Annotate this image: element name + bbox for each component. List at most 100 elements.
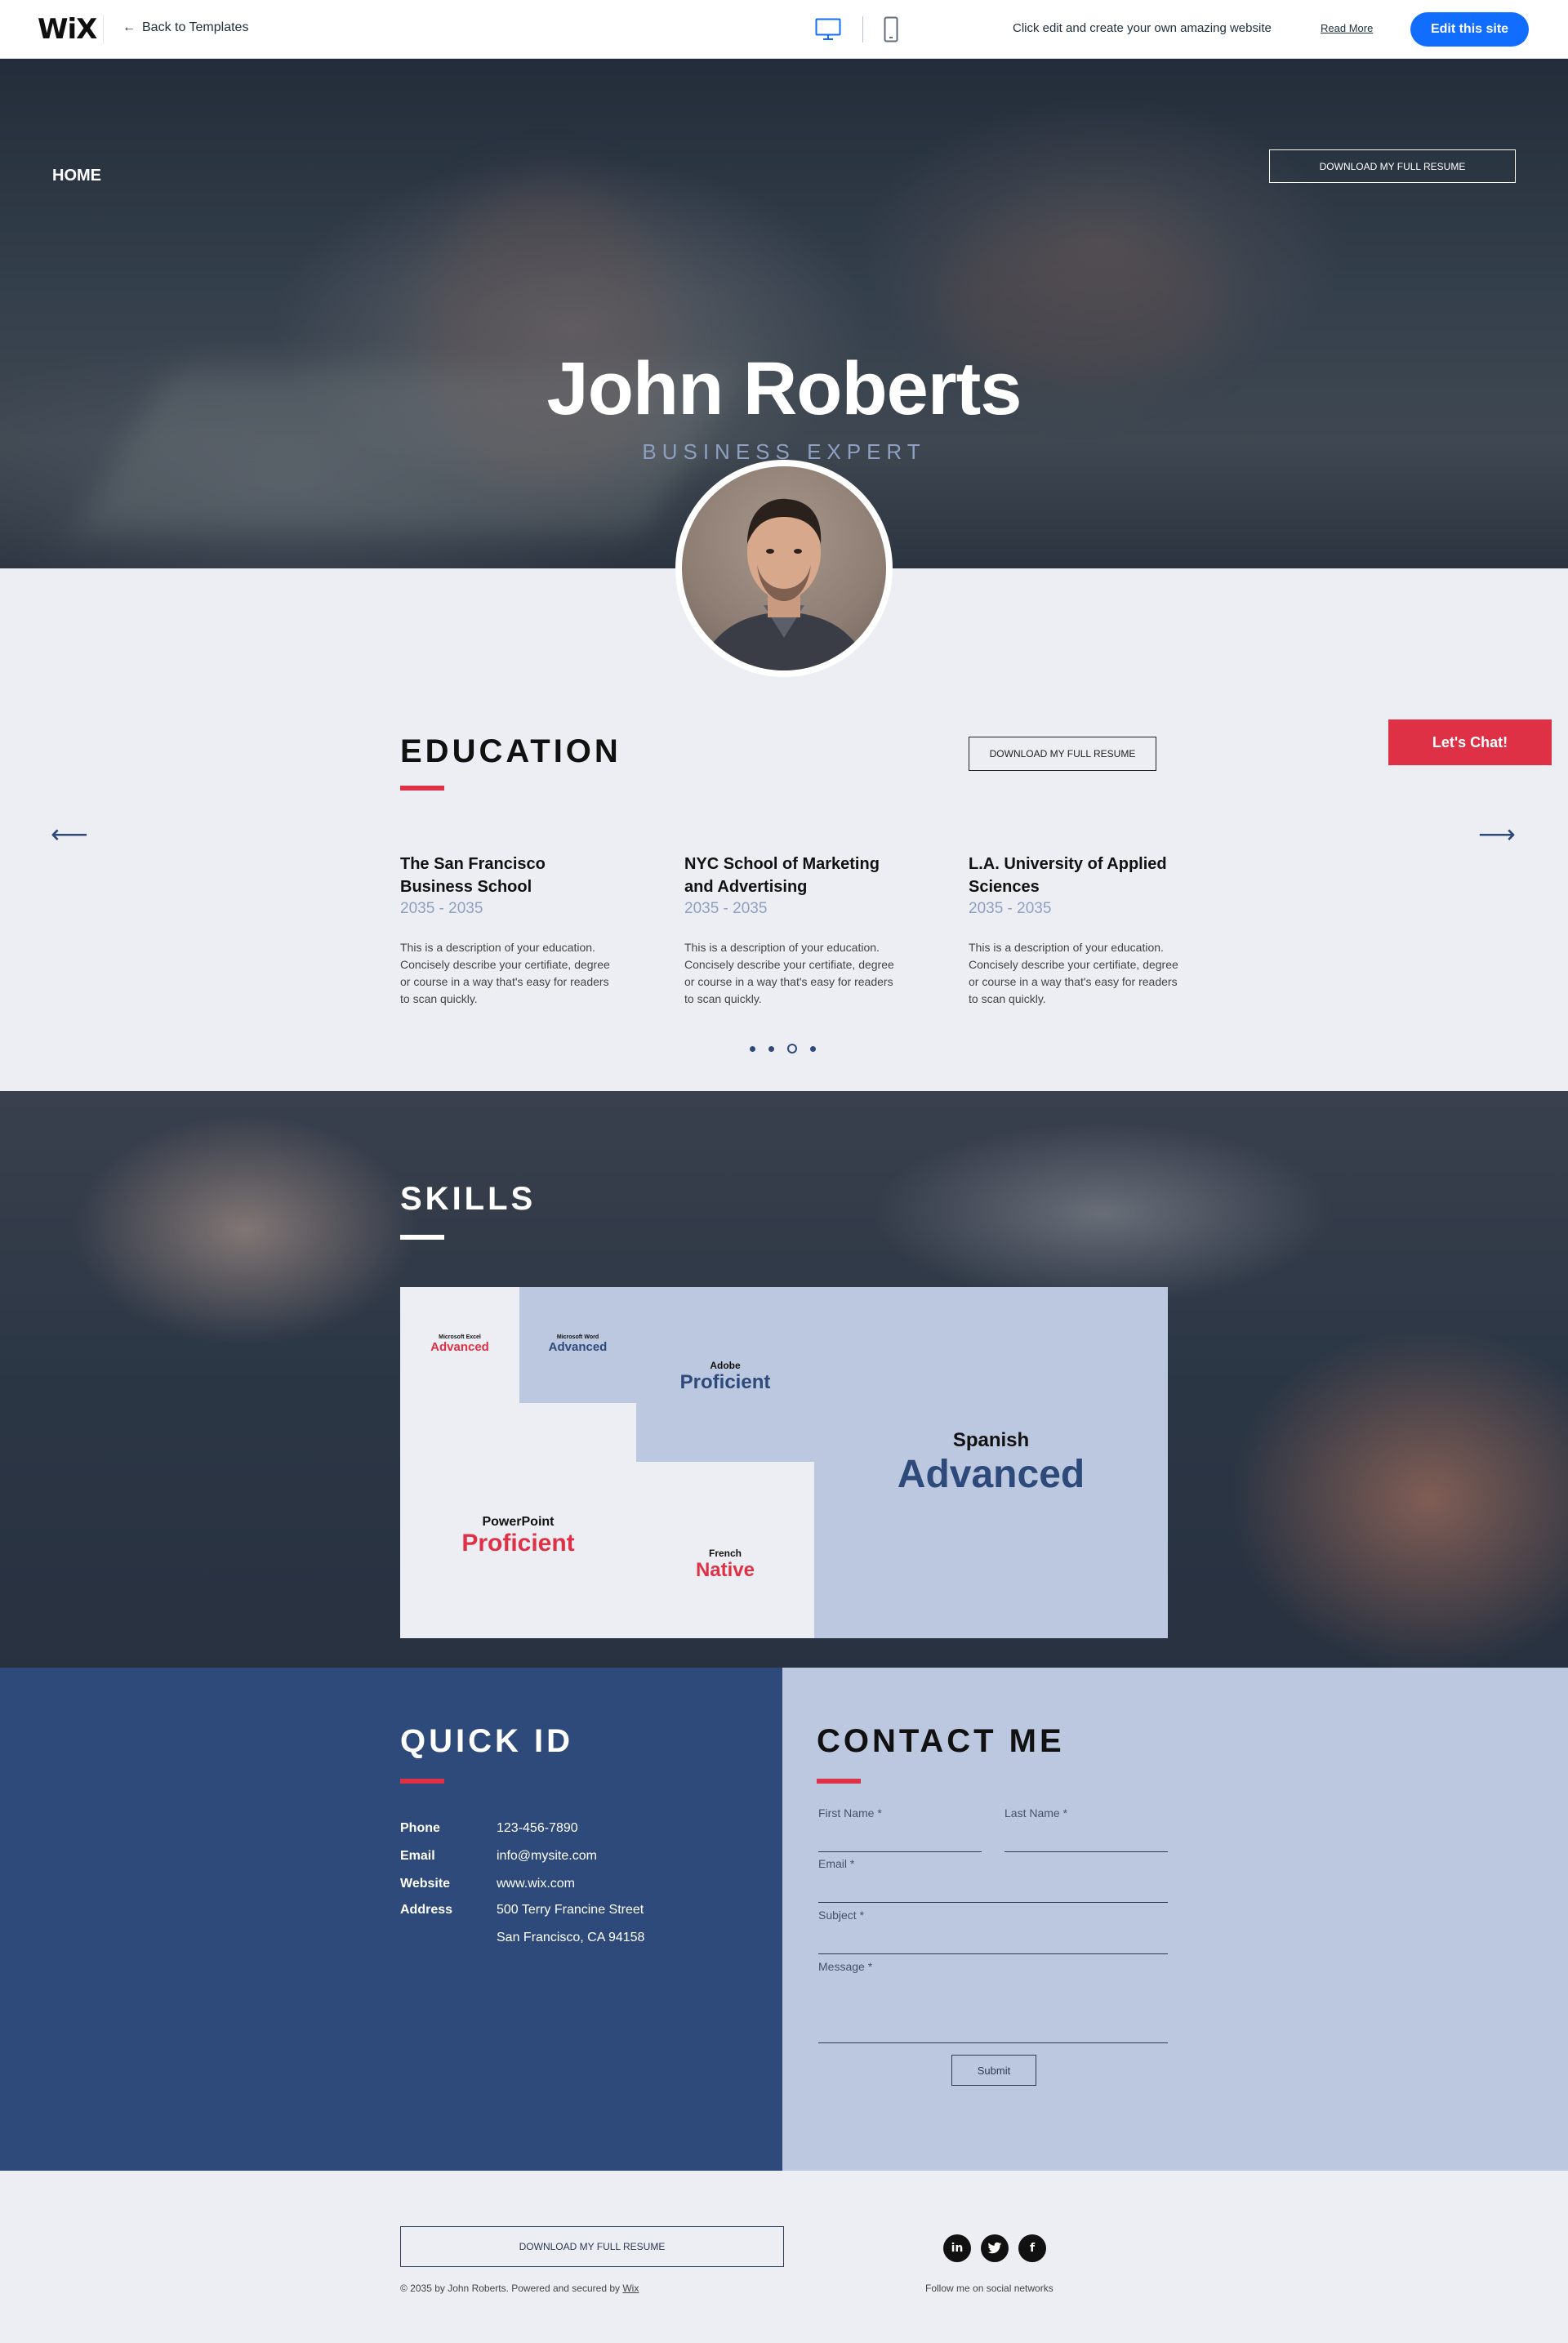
profile-photo (682, 466, 886, 670)
download-resume-button[interactable]: DOWNLOAD MY FULL RESUME (969, 737, 1156, 771)
school-name: NYC School of Marketing and Advertising (684, 853, 897, 898)
skill-tile: PowerPoint Proficient (400, 1499, 636, 1573)
copyright-text: © 2035 by John Roberts. Powered and secu… (400, 2283, 639, 2294)
education-years: 2035 - 2035 (684, 900, 768, 917)
skill-level: Proficient (461, 1530, 575, 1557)
quick-id-row: San Francisco, CA 94158 (400, 1931, 644, 1945)
field-label: First Name * (818, 1806, 882, 1820)
skill-name: PowerPoint (482, 1515, 555, 1529)
skill-name: Spanish (952, 1428, 1030, 1451)
skill-name: French (708, 1548, 742, 1559)
school-name-line: NYC School of Marketing (684, 855, 880, 873)
education-card: The San Francisco Business School 2035 - … (400, 853, 612, 1008)
contact-title: CONTACT ME (817, 1723, 1065, 1759)
skill-name: Microsoft Word (556, 1334, 599, 1340)
title-underline (400, 786, 444, 791)
quick-id-key: Website (400, 1877, 451, 1891)
skills-section: SKILLS Microsoft Excel Advanced Microsof… (0, 1091, 1568, 1668)
copyright-label: © 2035 by John Roberts. Powered and secu… (400, 2283, 621, 2294)
contact-section: CONTACT ME First Name * Last Name * Emai… (782, 1668, 1568, 2171)
last-name-field[interactable]: Last Name * (1004, 1806, 1168, 1852)
education-description: This is a description of your education.… (684, 941, 894, 1005)
school-name-line: The San Francisco (400, 855, 546, 873)
back-label: Back to Templates (142, 20, 249, 34)
quick-id-value[interactable]: www.wix.com (497, 1877, 575, 1891)
edit-message: Click edit and create your own amazing w… (1013, 21, 1272, 35)
avatar (675, 460, 893, 677)
field-label: Email * (818, 1857, 855, 1870)
education-years: 2035 - 2035 (400, 900, 483, 917)
submit-button[interactable]: Submit (951, 2055, 1036, 2086)
title-underline (400, 1779, 444, 1784)
divider (103, 15, 104, 44)
title-underline (817, 1779, 861, 1784)
twitter-icon[interactable] (981, 2234, 1009, 2262)
wix-logo[interactable]: WiX (38, 13, 97, 46)
quick-id-value: San Francisco, CA 94158 (497, 1931, 645, 1944)
quick-id-key: Email (400, 1849, 435, 1863)
skill-tile: Adobe Proficient (636, 1344, 814, 1410)
skill-level: Advanced (430, 1340, 489, 1354)
quick-id-value[interactable]: info@mysite.com (497, 1849, 597, 1864)
wix-top-bar: WiX ← Back to Templates Click edit and c… (0, 0, 1568, 59)
skill-tile: Microsoft Word Advanced (519, 1320, 636, 1369)
divider (862, 16, 863, 42)
education-card: NYC School of Marketing and Advertising 2… (684, 853, 897, 1008)
carousel-dot[interactable] (810, 1045, 816, 1052)
quick-id-section: QUICK ID Phone 123-456-7890 Email info@m… (0, 1668, 782, 2171)
quick-id-key: Phone (400, 1821, 440, 1835)
quick-id-row: Phone 123-456-7890 (400, 1821, 578, 1836)
education-title: EDUCATION (400, 733, 621, 769)
back-to-templates-link[interactable]: ← Back to Templates (122, 20, 248, 35)
footer: DOWNLOAD MY FULL RESUME © 2035 by John R… (0, 2171, 1568, 2343)
linkedin-icon[interactable]: in (943, 2234, 971, 2262)
carousel-dot[interactable] (750, 1045, 755, 1052)
education-years: 2035 - 2035 (969, 900, 1052, 917)
education-description: This is a description of your education.… (969, 941, 1178, 1005)
skill-name: Microsoft Excel (439, 1334, 481, 1340)
edit-site-button[interactable]: Edit this site (1410, 12, 1529, 47)
arrow-left-icon: ← (122, 20, 136, 34)
subject-field[interactable]: Subject * (818, 1909, 1168, 1954)
carousel-dot-active[interactable] (787, 1044, 797, 1053)
skill-name: Adobe (710, 1360, 741, 1371)
school-name-line: Business School (400, 878, 532, 896)
email-field[interactable]: Email * (818, 1857, 1168, 1903)
skill-tile: French Native (636, 1532, 814, 1597)
school-name: L.A. University of Applied Sciences (969, 853, 1181, 898)
mobile-view-icon[interactable] (884, 16, 898, 42)
education-description: This is a description of your education.… (400, 941, 610, 1005)
chat-button[interactable]: Let's Chat! (1388, 719, 1552, 765)
message-field[interactable]: Message * (818, 1960, 1168, 2043)
quick-id-title: QUICK ID (400, 1723, 573, 1759)
school-name: The San Francisco Business School (400, 853, 612, 898)
field-label: Subject * (818, 1909, 865, 1922)
skill-level: Proficient (679, 1371, 771, 1393)
desktop-view-icon[interactable] (815, 18, 841, 41)
nav-home-link[interactable]: HOME (52, 167, 101, 185)
arrow-right-icon[interactable]: ⟶ (1478, 818, 1516, 849)
facebook-icon[interactable]: f (1018, 2234, 1046, 2262)
quick-id-key: Address (400, 1903, 453, 1917)
arrow-left-icon[interactable]: ⟵ (51, 818, 88, 849)
wix-link[interactable]: Wix (622, 2283, 639, 2294)
read-more-link[interactable]: Read More (1321, 22, 1373, 34)
school-name-line: and Advertising (684, 878, 808, 896)
skill-tile: Spanish Advanced (814, 1410, 1168, 1516)
quick-id-row: Email info@mysite.com (400, 1849, 597, 1864)
skill-level: Native (695, 1559, 755, 1581)
field-label: Last Name * (1004, 1806, 1068, 1820)
quick-id-key (400, 1931, 497, 1945)
title-underline (400, 1235, 444, 1240)
download-resume-button[interactable]: DOWNLOAD MY FULL RESUME (1269, 149, 1516, 183)
skills-title: SKILLS (400, 1181, 537, 1217)
quick-id-value: 123-456-7890 (497, 1821, 578, 1835)
carousel-dot[interactable] (768, 1045, 774, 1052)
follow-text: Follow me on social networks (925, 2283, 1054, 2294)
first-name-field[interactable]: First Name * (818, 1806, 982, 1852)
download-resume-button[interactable]: DOWNLOAD MY FULL RESUME (400, 2226, 784, 2267)
education-card: L.A. University of Applied Sciences 2035 … (969, 853, 1181, 1008)
person-portrait-icon (698, 498, 870, 670)
school-name-line: L.A. University of Applied (969, 855, 1167, 873)
skill-tile: Microsoft Excel Advanced (400, 1320, 519, 1369)
